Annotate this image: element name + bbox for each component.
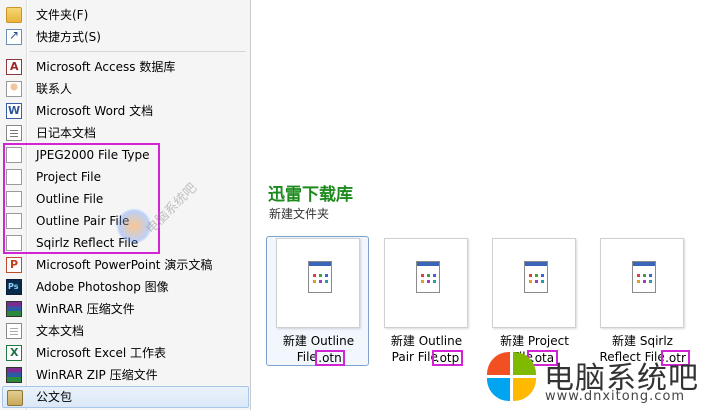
menu-item-excel-worksheet[interactable]: Microsoft Excel 工作表	[2, 342, 249, 364]
menu-item-label: 公文包	[36, 390, 73, 404]
winrar-icon	[6, 301, 22, 317]
menu-item-journal-document[interactable]: 日记本文档	[2, 122, 249, 144]
folder-title: 迅雷下载库	[268, 185, 353, 205]
windows-logo-icon	[487, 352, 539, 404]
access-icon	[6, 59, 22, 75]
menu-item-label: Microsoft Access 数据库	[36, 60, 176, 74]
extension-highlight: .otp	[432, 350, 463, 366]
file-item[interactable]: 新建 Project File.ota .ota	[482, 236, 585, 366]
menu-item-word-document[interactable]: Microsoft Word 文档	[2, 100, 249, 122]
menu-item-contact[interactable]: 联系人	[2, 78, 249, 100]
menu-item-briefcase[interactable]: 公文包	[2, 386, 249, 408]
menu-item-label: Adobe Photoshop 图像	[36, 280, 169, 294]
menu-item-shortcut[interactable]: 快捷方式(S)	[2, 26, 249, 48]
file-item[interactable]: 新建 Outline File.otn .otn	[266, 236, 369, 366]
photoshop-icon	[6, 279, 22, 295]
menu-item-text-document[interactable]: 文本文档	[2, 320, 249, 342]
menu-item-label: Microsoft Word 文档	[36, 104, 154, 118]
menu-item-photoshop-image[interactable]: Adobe Photoshop 图像	[2, 276, 249, 298]
file-type-icon	[524, 261, 548, 293]
file-thumbnail	[276, 238, 360, 328]
menu-item-label: WinRAR ZIP 压缩文件	[36, 368, 158, 382]
contact-icon	[6, 81, 22, 97]
file-type-icon	[416, 261, 440, 293]
text-doc-icon	[6, 323, 22, 339]
word-icon	[6, 103, 22, 119]
menu-item-powerpoint[interactable]: Microsoft PowerPoint 演示文稿	[2, 254, 249, 276]
menu-item-folder[interactable]: 文件夹(F)	[2, 4, 249, 26]
menu-item-label: 文本文档	[36, 324, 85, 338]
powerpoint-icon	[6, 257, 22, 273]
extension-highlight: .otn	[315, 350, 345, 366]
menu-item-label: Microsoft Excel 工作表	[36, 346, 167, 360]
winrar-zip-icon	[6, 367, 22, 383]
file-item[interactable]: 新建 Sqirlz Reflect File.otr .otr	[590, 236, 693, 366]
file-thumbnail	[384, 238, 468, 328]
menu-item-label: 日记本文档	[36, 126, 97, 140]
file-type-icon	[632, 261, 656, 293]
menu-item-winrar-archive[interactable]: WinRAR 压缩文件	[2, 298, 249, 320]
file-item[interactable]: 新建 Outline Pair File.otp .otp	[374, 236, 477, 366]
menu-item-label: WinRAR 压缩文件	[36, 302, 135, 316]
folder-icon	[6, 7, 22, 23]
file-type-icon	[308, 261, 332, 293]
menu-item-label: 联系人	[36, 82, 73, 96]
watermark-url: www.dnxitong.com	[545, 389, 686, 404]
menu-item-label: 文件夹(F)	[36, 8, 89, 22]
menu-item-label: 快捷方式(S)	[36, 30, 101, 44]
file-thumbnail	[600, 238, 684, 328]
menu-item-access-database[interactable]: Microsoft Access 数据库	[2, 56, 249, 78]
briefcase-icon	[7, 390, 23, 406]
menu-item-winrar-zip[interactable]: WinRAR ZIP 压缩文件	[2, 364, 249, 386]
excel-icon	[6, 345, 22, 361]
folder-subtitle: 新建文件夹	[269, 207, 330, 221]
file-thumbnail	[492, 238, 576, 328]
journal-icon	[6, 125, 22, 141]
shortcut-icon	[6, 28, 22, 45]
menu-item-label: Microsoft PowerPoint 演示文稿	[36, 258, 213, 272]
menu-separator	[30, 51, 246, 52]
